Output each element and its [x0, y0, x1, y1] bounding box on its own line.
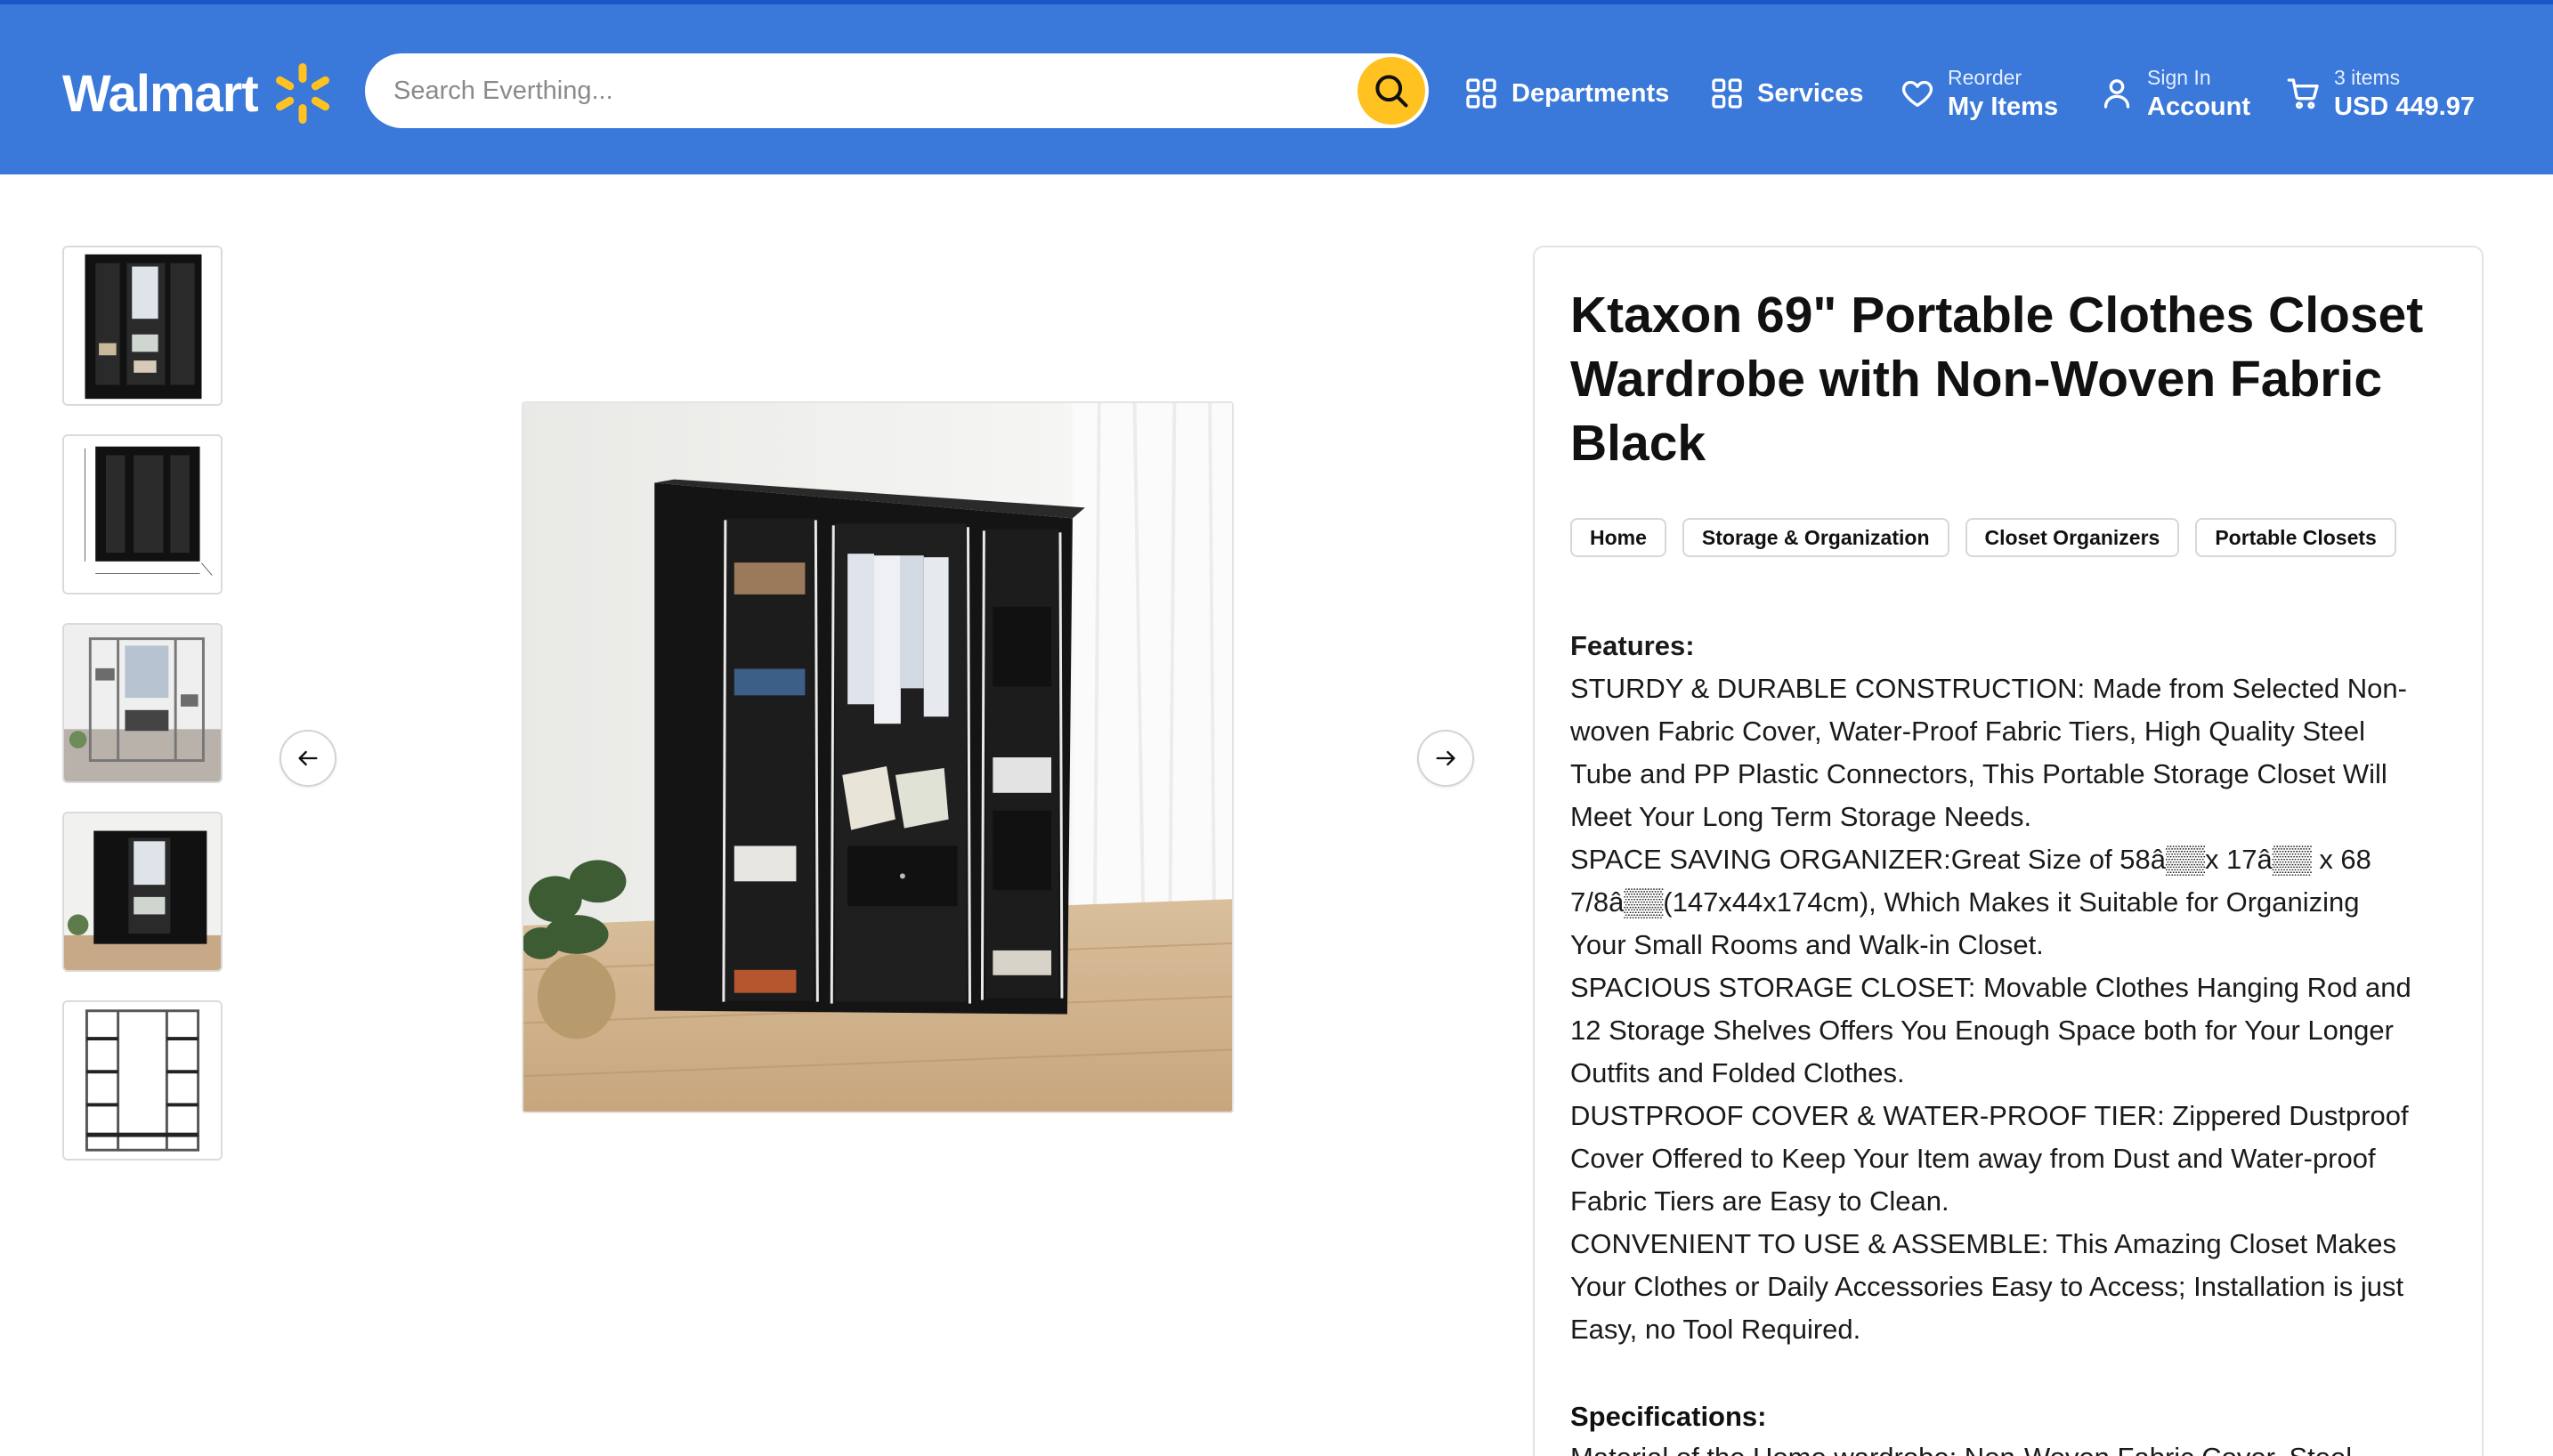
feature-line: SPACIOUS STORAGE CLOSET: Movable Clothes…: [1570, 972, 2411, 1003]
services-button[interactable]: Services: [1709, 49, 1863, 138]
reorder-small-label: Reorder: [1948, 66, 2022, 89]
grid-icon: [1712, 78, 1742, 109]
thumbnail-2[interactable]: [62, 434, 223, 595]
reorder-big-label: My Items: [1948, 93, 2059, 121]
specification-line: Material of the Home wardrobe: Non-Woven…: [1570, 1436, 2460, 1456]
breadcrumb-home[interactable]: Home: [1570, 518, 1666, 557]
signin-small-label: Sign In: [2147, 66, 2211, 89]
services-label: Services: [1757, 78, 1864, 108]
closet-front-thumbnail-image: [64, 247, 221, 404]
features-heading: Features:: [1570, 630, 1695, 661]
features-section: Features: STURDY & DURABLE CONSTRUCTION:…: [1570, 625, 2460, 1351]
site-header: Walmart Departments: [0, 4, 2553, 174]
arrow-right-icon: [1436, 750, 1455, 766]
search-icon: [1375, 75, 1408, 108]
grid-icon: [1466, 78, 1496, 109]
feature-line: Easy, no Tool Required.: [1570, 1314, 1861, 1345]
feature-line: Fabric Tiers are Easy to Clean.: [1570, 1185, 1949, 1217]
feature-line: Outfits and Folded Clothes.: [1570, 1057, 1905, 1088]
heart-icon: [1901, 80, 1933, 108]
search-bar: [365, 53, 1429, 128]
product-info-panel: Ktaxon 69" Portable Clothes Closet Wardr…: [1533, 246, 2484, 1456]
cart-count-label: 3 items: [2334, 66, 2401, 89]
arrow-left-icon: [298, 750, 318, 766]
main-product-image: [522, 401, 1234, 1113]
feature-line: Meet Your Long Term Storage Needs.: [1570, 801, 2032, 832]
closet-frame-room-thumbnail-image: [64, 625, 221, 781]
previous-image-button[interactable]: [280, 730, 336, 787]
search-button[interactable]: [1358, 57, 1425, 125]
feature-line: Tube and PP Plastic Connectors, This Por…: [1570, 758, 2387, 789]
user-icon: [2103, 79, 2130, 109]
breadcrumb: Home Storage & Organization Closet Organ…: [1570, 518, 2396, 557]
signin-big-label: Account: [2147, 93, 2250, 121]
thumbnail-1[interactable]: [62, 246, 223, 406]
departments-label: Departments: [1512, 78, 1670, 108]
feature-line: woven Fabric Cover, Water-Proof Fabric T…: [1570, 716, 2365, 747]
thumbnail-3[interactable]: [62, 623, 223, 783]
account-button[interactable]: Sign In Account: [2099, 49, 2250, 138]
feature-line: STURDY & DURABLE CONSTRUCTION: Made from…: [1570, 673, 2407, 704]
feature-line: SPACE SAVING ORGANIZER:Great Size of 58â…: [1570, 844, 2371, 875]
cart-total-label: USD 449.97: [2334, 93, 2475, 121]
closet-room-thumbnail-image: [64, 813, 221, 970]
closet-frame-thumbnail-image: [64, 1002, 221, 1159]
feature-line: CONVENIENT TO USE & ASSEMBLE: This Amazi…: [1570, 1228, 2397, 1259]
breadcrumb-portable-closets[interactable]: Portable Closets: [2195, 518, 2396, 557]
specifications-heading: Specifications:: [1570, 1401, 1767, 1432]
feature-line: 12 Storage Shelves Offers You Enough Spa…: [1570, 1015, 2394, 1046]
feature-line: Your Clothes or Daily Accessories Easy t…: [1570, 1271, 2404, 1302]
spark-icon: [275, 63, 329, 124]
thumbnail-5[interactable]: [62, 1000, 223, 1161]
departments-button[interactable]: Departments: [1463, 49, 1669, 138]
cart-icon: [2287, 78, 2319, 109]
feature-line: 7/8â▒▒(147x44x174cm), Which Makes it Sui…: [1570, 886, 2360, 918]
closet-dimensions-thumbnail-image: [64, 436, 221, 593]
cart-button[interactable]: 3 items USD 449.97: [2286, 49, 2475, 138]
breadcrumb-closet-organizers[interactable]: Closet Organizers: [1965, 518, 2180, 557]
feature-line: Your Small Rooms and Walk-in Closet.: [1570, 929, 2044, 960]
next-image-button[interactable]: [1417, 730, 1474, 787]
breadcrumb-storage-organization[interactable]: Storage & Organization: [1682, 518, 1949, 557]
thumbnail-4[interactable]: [62, 812, 223, 972]
black-portable-closet-photo: [523, 403, 1232, 1112]
walmart-logo[interactable]: Walmart: [62, 58, 338, 129]
feature-line: DUSTPROOF COVER & WATER-PROOF TIER: Zipp…: [1570, 1100, 2409, 1131]
product-title: Ktaxon 69" Portable Clothes Closet Wardr…: [1570, 287, 2424, 472]
reorder-button[interactable]: Reorder My Items: [1900, 49, 2058, 138]
feature-line: Cover Offered to Keep Your Item away fro…: [1570, 1143, 2376, 1174]
search-input[interactable]: [393, 53, 1284, 128]
logo-text: Walmart: [62, 64, 259, 123]
